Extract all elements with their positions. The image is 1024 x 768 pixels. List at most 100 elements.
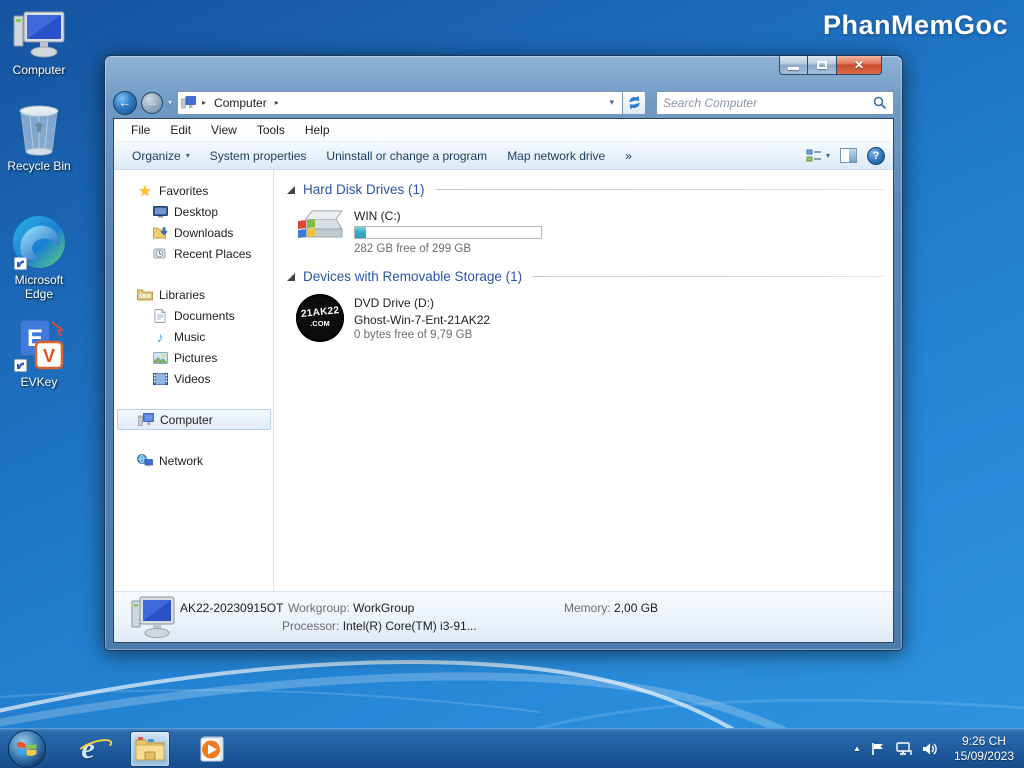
menu-help[interactable]: Help: [296, 120, 339, 140]
close-icon: ✕: [853, 58, 865, 72]
sidebar-item-libraries[interactable]: Libraries: [114, 284, 273, 305]
show-hidden-icons-button[interactable]: ▲: [853, 744, 861, 753]
minimize-icon: [788, 66, 799, 70]
question-icon: ?: [872, 149, 880, 162]
sidebar-item-downloads[interactable]: Downloads: [114, 222, 273, 243]
desktop-icon-label: Computer: [12, 63, 66, 77]
desktop-mini-icon: [152, 204, 168, 220]
dvd-disc-icon: 21AK22 .COM: [296, 294, 344, 342]
system-properties-button[interactable]: System properties: [200, 145, 317, 167]
desktop-icon-recycle-bin[interactable]: Recycle Bin: [0, 104, 78, 173]
volume-icon[interactable]: [922, 741, 939, 757]
sidebar-item-music[interactable]: ♪ Music: [114, 326, 273, 347]
videos-icon: [152, 371, 168, 387]
group-header-removable[interactable]: Devices with Removable Storage (1): [286, 269, 883, 284]
refresh-icon: [628, 96, 640, 109]
back-button[interactable]: ←: [113, 90, 137, 115]
location-computer-icon: [180, 95, 196, 111]
shortcut-arrow-icon: [14, 359, 27, 372]
action-center-flag-icon[interactable]: [870, 741, 886, 757]
sidebar-item-network[interactable]: Network: [114, 450, 273, 471]
hard-drive-icon: [296, 207, 344, 255]
media-player-icon: [200, 736, 224, 761]
uninstall-program-button[interactable]: Uninstall or change a program: [316, 145, 497, 167]
views-icon: [806, 149, 821, 161]
memory-field: Memory: 2,00 GB: [564, 601, 659, 615]
search-input[interactable]: [663, 95, 873, 110]
search-icon: [873, 96, 887, 109]
chevron-down-icon: ▾: [825, 151, 830, 160]
computer-mini-icon: [138, 412, 154, 428]
details-pane: AK22-20230915OT Workgroup: WorkGroup Pro…: [114, 591, 893, 642]
desktop-icon-evkey[interactable]: E V EVKey: [0, 316, 78, 389]
maximize-icon: [817, 61, 827, 69]
preview-pane-button[interactable]: [840, 148, 857, 163]
menu-file[interactable]: File: [122, 120, 159, 140]
minimize-button[interactable]: [779, 56, 808, 75]
evkey-icon: E V: [0, 316, 78, 372]
drive-item-dvd[interactable]: 21AK22 .COM DVD Drive (D:) Ghost-Win-7-E…: [296, 294, 883, 342]
desktop-icon-computer[interactable]: Computer: [0, 8, 78, 77]
recent-places-icon: [152, 246, 168, 262]
maximize-button[interactable]: [808, 56, 837, 75]
workgroup-field: Workgroup: WorkGroup: [288, 601, 415, 615]
breadcrumb-expand-icon[interactable]: ▸: [275, 98, 279, 107]
documents-icon: [152, 308, 168, 324]
recycle-bin-icon: [0, 104, 78, 156]
folder-icon: [135, 736, 165, 760]
close-button[interactable]: ✕: [837, 56, 882, 75]
sidebar-item-recent-places[interactable]: Recent Places: [114, 243, 273, 264]
sidebar-item-pictures[interactable]: Pictures: [114, 347, 273, 368]
change-view-button[interactable]: ▾: [806, 149, 830, 163]
internet-explorer-icon: e: [76, 732, 115, 766]
computer-icon: [0, 8, 78, 60]
capacity-fill: [355, 227, 367, 238]
navigation-bar: ← → ▾ ▸ Computer ▸ ▾: [113, 87, 894, 118]
drive-name: DVD Drive (D:): [354, 296, 434, 310]
network-status-icon[interactable]: [895, 741, 913, 757]
sidebar-item-computer[interactable]: Computer: [117, 409, 271, 430]
address-bar[interactable]: ▸ Computer ▸ ▾: [177, 90, 624, 115]
start-button[interactable]: [8, 729, 46, 768]
title-bar[interactable]: ✕: [113, 56, 894, 87]
menu-view[interactable]: View: [202, 120, 246, 140]
windows-logo-icon: [17, 741, 37, 756]
group-header-hdd[interactable]: Hard Disk Drives (1): [286, 182, 883, 197]
collapse-triangle-icon: [287, 272, 295, 281]
sidebar-item-favorites[interactable]: ★ Favorites: [114, 180, 273, 201]
capacity-bar: [354, 226, 542, 239]
search-box[interactable]: [656, 90, 894, 115]
taskbar-media-player[interactable]: [192, 731, 232, 767]
taskbar-windows-explorer[interactable]: [130, 730, 170, 767]
star-icon: ★: [138, 182, 152, 200]
drive-name: WIN (C:): [354, 209, 401, 223]
collapse-triangle-icon: [287, 185, 295, 194]
items-view: Hard Disk Drives (1) WIN (C:) 282 GB fre…: [274, 170, 893, 591]
address-dropdown-button[interactable]: ▾: [603, 97, 620, 108]
forward-button[interactable]: →: [141, 91, 163, 114]
recent-pages-dropdown[interactable]: ▾: [168, 98, 172, 107]
toolbar-overflow-button[interactable]: »: [615, 145, 642, 167]
watermark-text: PhanMemGoc: [822, 10, 1008, 40]
map-network-drive-button[interactable]: Map network drive: [497, 145, 615, 167]
taskbar: e ▲ 9:26 CH 15/09/2023: [0, 728, 1024, 768]
libraries-icon: [137, 287, 153, 303]
organize-button[interactable]: Organize ▾: [122, 145, 200, 167]
drive-item-win-c[interactable]: WIN (C:) 282 GB free of 299 GB: [296, 207, 883, 255]
help-button[interactable]: ?: [867, 146, 885, 165]
breadcrumb-computer[interactable]: Computer: [212, 94, 269, 112]
desktop-icon-edge[interactable]: Microsoft Edge: [0, 212, 78, 301]
forward-arrow-icon: →: [145, 95, 159, 110]
menu-tools[interactable]: Tools: [248, 120, 294, 140]
explorer-window: ✕ ← → ▾ ▸ Computer ▸ ▾ Search Computer F…: [104, 55, 903, 651]
menu-edit[interactable]: Edit: [161, 120, 200, 140]
sidebar-item-videos[interactable]: Videos: [114, 368, 273, 389]
drive-free-space: 282 GB free of 299 GB: [354, 243, 471, 255]
taskbar-clock[interactable]: 9:26 CH 15/09/2023: [948, 734, 1014, 764]
taskbar-internet-explorer[interactable]: e: [68, 731, 115, 767]
caption-buttons: ✕: [779, 56, 882, 75]
sidebar-item-desktop[interactable]: Desktop: [114, 201, 273, 222]
edge-icon: [0, 212, 78, 270]
refresh-button[interactable]: [623, 90, 647, 115]
sidebar-item-documents[interactable]: Documents: [114, 305, 273, 326]
